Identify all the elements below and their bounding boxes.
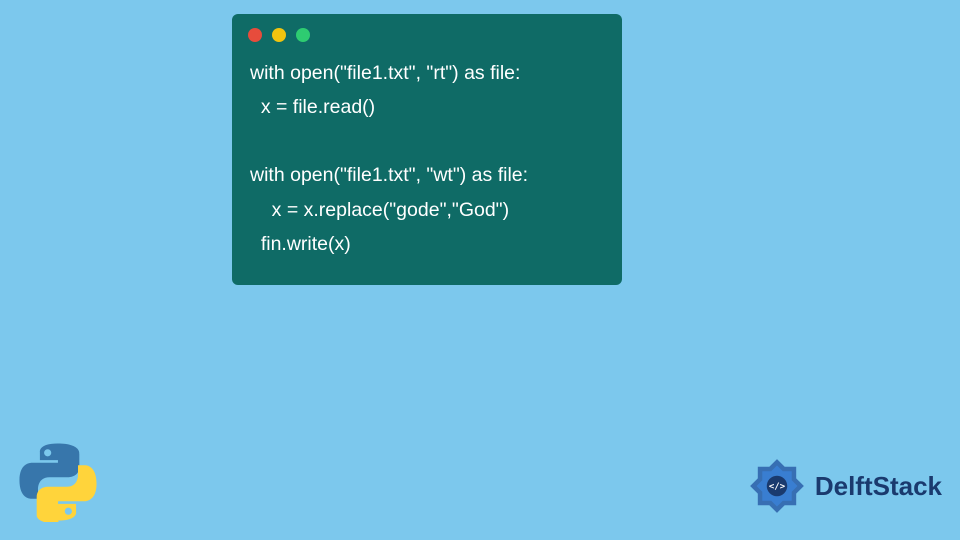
code-body: with open("file1.txt", "rt") as file: x … — [232, 52, 622, 267]
python-logo-icon — [18, 442, 98, 522]
close-icon — [248, 28, 262, 42]
delftstack-brand: </> DelftStack — [745, 454, 942, 518]
minimize-icon — [272, 28, 286, 42]
maximize-icon — [296, 28, 310, 42]
delftstack-logo-icon: </> — [745, 454, 809, 518]
code-window: with open("file1.txt", "rt") as file: x … — [232, 14, 622, 285]
window-titlebar — [232, 14, 622, 52]
brand-name: DelftStack — [815, 471, 942, 502]
svg-text:</>: </> — [769, 482, 785, 492]
